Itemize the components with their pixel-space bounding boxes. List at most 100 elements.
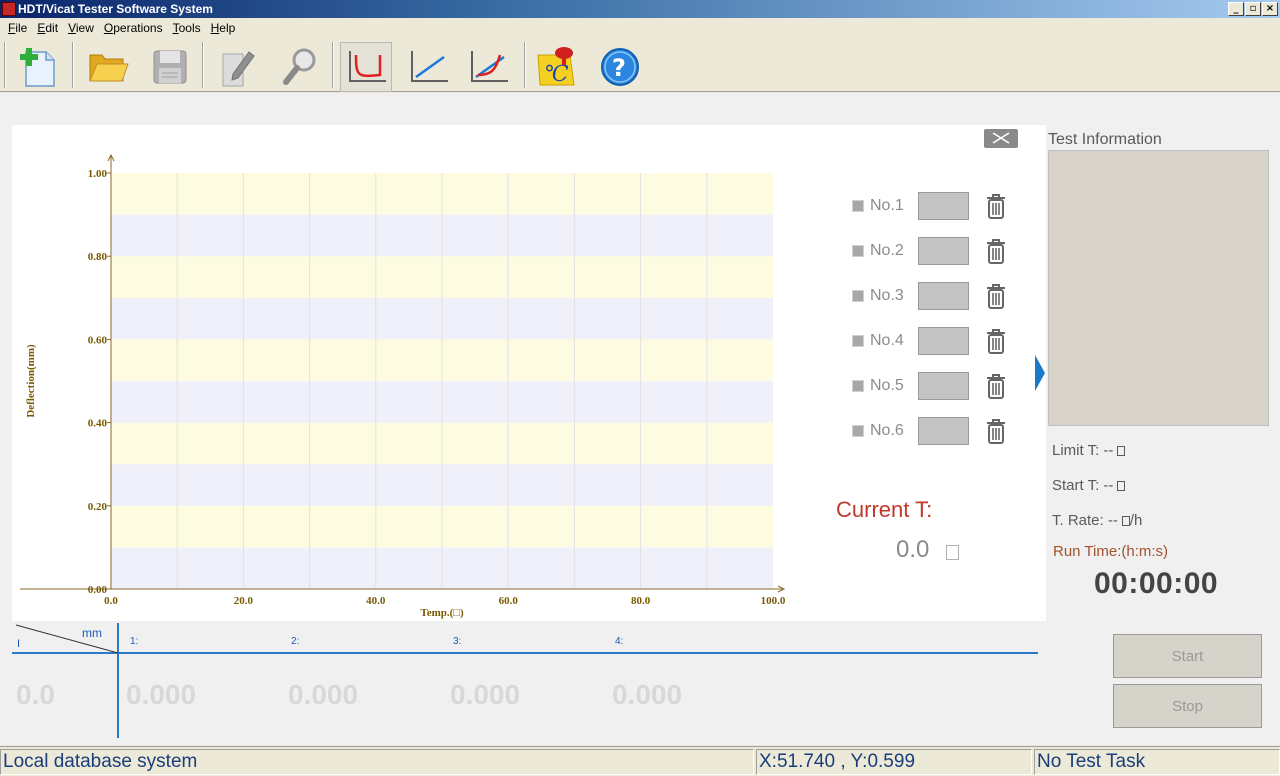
- sample-label: No.5: [870, 377, 904, 394]
- status-task: No Test Task: [1034, 749, 1280, 775]
- status-bar: Local database system X:51.740 , Y:0.599…: [0, 746, 1280, 776]
- menu-tools[interactable]: Tools: [168, 19, 206, 37]
- close-chart-button[interactable]: [984, 129, 1018, 148]
- svg-text:℃: ℃: [544, 62, 569, 87]
- open-folder-icon: [89, 54, 129, 82]
- sample-color-box[interactable]: [918, 327, 969, 355]
- trash-icon[interactable]: [985, 327, 1007, 355]
- combined-mode-button[interactable]: [462, 42, 514, 92]
- help-button[interactable]: ?: [594, 42, 646, 92]
- expand-arrow-icon[interactable]: [1035, 355, 1045, 391]
- y-tick-label: 0.80: [88, 251, 108, 263]
- sample-checkbox[interactable]: [852, 425, 864, 437]
- y-tick-label: 0.40: [88, 418, 108, 430]
- readout-unit: mm: [82, 626, 102, 640]
- title-bar: HDT/Vicat Tester Software System _ ▫ ×: [0, 0, 1280, 18]
- channel-label-2: 2:: [291, 636, 300, 647]
- sample-row-4: No.4: [852, 327, 1007, 355]
- channel-label-4: 4:: [615, 636, 624, 647]
- close-window-button[interactable]: ×: [1262, 2, 1278, 16]
- channel-label-1: 1:: [130, 636, 139, 647]
- sample-label: No.3: [870, 287, 904, 304]
- svg-text:?: ?: [612, 54, 626, 82]
- new-test-button[interactable]: [12, 42, 64, 92]
- sample-checkbox[interactable]: [852, 245, 864, 257]
- channel-value-2: 0.000: [288, 679, 359, 710]
- close-icon: [992, 132, 1010, 144]
- sample-label: No.4: [870, 332, 904, 349]
- trash-icon[interactable]: [985, 417, 1007, 445]
- current-temp-value: 0.0: [896, 536, 930, 563]
- save-button[interactable]: [144, 42, 196, 92]
- search-magnifier-icon: [283, 48, 316, 85]
- edit-button[interactable]: [212, 42, 264, 92]
- deflection-chart: 0.0 20.0 40.0 60.0 80.0 100.0 0.00 0.20 0.40 0.60…: [20, 153, 786, 619]
- readout-main-value: 0.0: [16, 679, 55, 710]
- limit-temp: Limit T: --: [1052, 442, 1126, 459]
- toolbar-separator: [4, 42, 6, 88]
- sample-checkbox[interactable]: [852, 200, 864, 212]
- sample-label: No.2: [870, 242, 904, 259]
- search-button[interactable]: [274, 42, 326, 92]
- x-tick-label: 20.0: [234, 595, 254, 607]
- combined-curve-icon: [471, 51, 508, 82]
- trash-icon[interactable]: [985, 282, 1007, 310]
- menu-view[interactable]: View: [63, 19, 99, 37]
- menu-help[interactable]: Help: [206, 19, 241, 37]
- trash-icon[interactable]: [985, 237, 1007, 265]
- restore-button[interactable]: ▫: [1245, 2, 1261, 16]
- menu-bar: File Edit View Operations Tools Help: [0, 19, 1280, 37]
- y-tick-label: 1.00: [88, 168, 108, 180]
- channel-value-4: 0.000: [612, 679, 683, 710]
- hdt-mode-button[interactable]: [340, 42, 392, 92]
- vicat-mode-button[interactable]: [402, 42, 454, 92]
- status-database: Local database system: [0, 749, 754, 775]
- temp-rate: T. Rate: --/h: [1052, 512, 1143, 529]
- sample-color-box[interactable]: [918, 192, 969, 220]
- menu-edit[interactable]: Edit: [32, 19, 63, 37]
- trash-icon[interactable]: [985, 192, 1007, 220]
- trash-icon[interactable]: [985, 372, 1007, 400]
- window-title: HDT/Vicat Tester Software System: [18, 2, 213, 16]
- channel-value-3: 0.000: [450, 679, 521, 710]
- sample-checkbox[interactable]: [852, 290, 864, 302]
- x-tick-label: 80.0: [631, 595, 651, 607]
- sample-row-1: No.1: [852, 192, 1007, 220]
- sample-color-box[interactable]: [918, 417, 969, 445]
- test-info-title: Test Information: [1048, 131, 1162, 148]
- run-time-value: 00:00:00: [1094, 567, 1219, 600]
- open-button[interactable]: [82, 42, 134, 92]
- x-tick-label: 40.0: [366, 595, 386, 607]
- window-controls: _ ▫ ×: [1228, 2, 1278, 16]
- start-button[interactable]: Start: [1113, 634, 1262, 678]
- x-tick-label: 100.0: [761, 595, 786, 607]
- sample-color-box[interactable]: [918, 372, 969, 400]
- help-icon: ?: [601, 48, 639, 86]
- x-tick-label: 60.0: [499, 595, 519, 607]
- hdt-curve-icon: [349, 51, 386, 82]
- sample-row-6: No.6: [852, 417, 1007, 445]
- toolbar-separator: [202, 42, 204, 88]
- readout-corner-mark: I: [17, 638, 21, 650]
- stop-button[interactable]: Stop: [1113, 684, 1262, 728]
- y-tick-label: 0.60: [88, 334, 108, 346]
- sample-checkbox[interactable]: [852, 380, 864, 392]
- menu-operations[interactable]: Operations: [99, 19, 168, 37]
- save-disk-icon: [153, 50, 187, 84]
- menu-file[interactable]: File: [3, 19, 32, 37]
- current-temp-label: Current T:: [836, 497, 933, 522]
- channel-value-1: 0.000: [126, 679, 197, 710]
- test-info-box: [1048, 150, 1269, 426]
- app-icon: [2, 2, 16, 16]
- toolbar: ℃ ?: [0, 38, 1280, 92]
- minimize-button[interactable]: _: [1228, 2, 1244, 16]
- sample-color-box[interactable]: [918, 282, 969, 310]
- run-time-label: Run Time:(h:m:s): [1053, 543, 1169, 560]
- deflection-readout: mm I 0.0 1: 0.000 2: 0.000 3: 0.000 4: 0…: [12, 623, 1040, 743]
- sample-checkbox[interactable]: [852, 335, 864, 347]
- y-axis-label: Deflection(mm): [25, 344, 37, 418]
- calibration-button[interactable]: ℃: [530, 42, 582, 92]
- toolbar-separator: [524, 42, 526, 88]
- sample-color-box[interactable]: [918, 237, 969, 265]
- temp-unit-glyph: [946, 545, 959, 560]
